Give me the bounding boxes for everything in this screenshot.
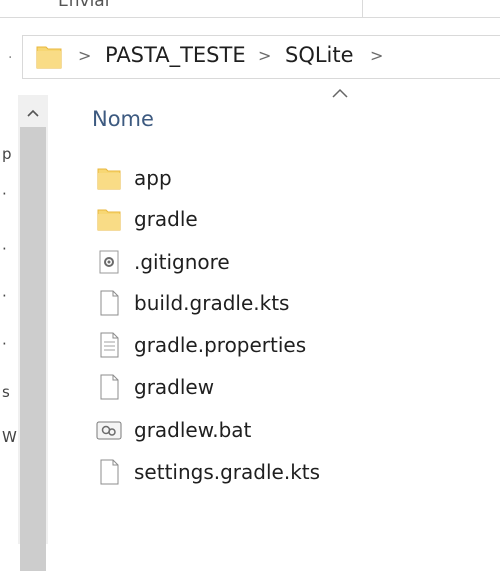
nav-item-dot[interactable]: ·: [2, 185, 7, 203]
breadcrumb-separator-icon[interactable]: >: [258, 46, 271, 65]
batch-file-icon: [96, 421, 122, 440]
list-item-gradlew-bat[interactable]: gradlew.bat: [92, 412, 472, 448]
scroll-up-arrow-icon[interactable]: [18, 99, 48, 125]
ribbon-strip: Enviar: [0, 0, 500, 18]
file-name: app: [134, 166, 172, 190]
column-header-name[interactable]: Nome: [92, 107, 154, 131]
file-name: settings.gradle.kts: [134, 460, 321, 484]
nav-item-dot[interactable]: ·: [2, 335, 7, 353]
list-item-app[interactable]: app: [92, 160, 472, 196]
list-item-gitignore[interactable]: .gitignore: [92, 244, 472, 280]
file-name: .gitignore: [134, 250, 230, 274]
nav-item-dot[interactable]: ·: [2, 287, 7, 305]
nav-item-partial[interactable]: p: [2, 145, 12, 163]
text-file-icon: [100, 332, 119, 358]
address-bar[interactable]: · > PASTA_TESTE > SQLite >: [0, 30, 500, 84]
file-icon: [100, 374, 119, 400]
file-icon: [100, 290, 119, 316]
breadcrumb-item-pasta-teste[interactable]: PASTA_TESTE: [105, 43, 246, 67]
file-icon: [100, 459, 119, 485]
nav-scrollbar-thumb[interactable]: [20, 127, 46, 571]
folder-icon: [97, 209, 121, 231]
file-name: gradle: [134, 207, 198, 231]
ribbon-divider: [362, 0, 363, 17]
nav-item-partial[interactable]: s: [2, 383, 10, 401]
file-name: build.gradle.kts: [134, 291, 290, 315]
file-name: gradle.properties: [134, 333, 307, 357]
navigation-pane[interactable]: p · · · · s W: [0, 95, 48, 571]
list-item-settings-gradle-kts[interactable]: settings.gradle.kts: [92, 454, 472, 490]
file-name: gradlew: [134, 375, 215, 399]
breadcrumb-separator-icon[interactable]: >: [370, 46, 383, 65]
breadcrumb-separator-icon[interactable]: >: [78, 46, 91, 65]
list-item-gradle-properties[interactable]: gradle.properties: [92, 327, 472, 363]
ribbon-send-button[interactable]: Enviar: [58, 0, 112, 11]
folder-icon: [97, 168, 121, 190]
list-item-gradlew[interactable]: gradlew: [92, 369, 472, 405]
folder-icon: [36, 46, 62, 69]
settings-file-icon: [99, 250, 119, 274]
sort-ascending-icon[interactable]: [330, 86, 350, 100]
breadcrumb-item-sqlite[interactable]: SQLite: [285, 43, 354, 67]
list-item-build-gradle-kts[interactable]: build.gradle.kts: [92, 285, 472, 321]
list-item-gradle[interactable]: gradle: [92, 201, 472, 237]
nav-item-partial[interactable]: W: [2, 428, 17, 446]
nav-item-dot[interactable]: ·: [2, 240, 7, 258]
file-name: gradlew.bat: [134, 418, 252, 442]
nav-history-dot[interactable]: ·: [8, 50, 12, 66]
